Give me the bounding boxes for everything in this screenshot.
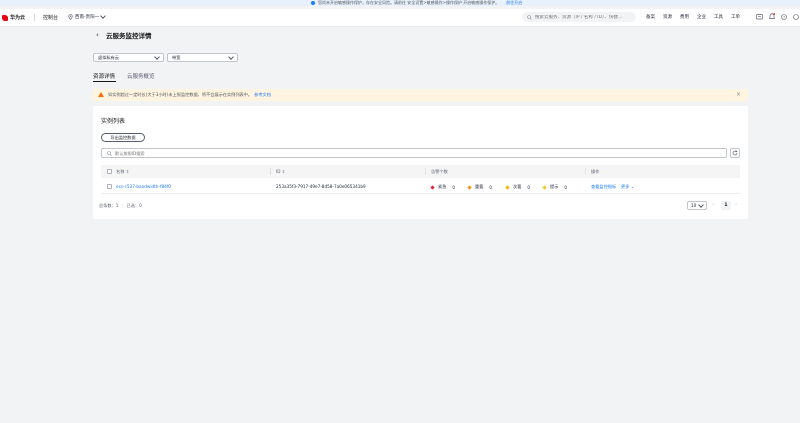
nav-link-tools[interactable]: 工具	[714, 14, 723, 20]
summary-divider: |	[121, 203, 124, 208]
instance-id: 253a35f3-7917-49e7-8d58-7a0e065341b9	[276, 184, 366, 189]
notice-text: 您尚未开启敏感操作保护，存在安全风险。请前往 安全设置>敏感操作>操作保护 开启…	[318, 0, 500, 5]
major-diamond-icon	[467, 184, 472, 190]
alarm-hint: 提示 0	[542, 184, 568, 190]
warning-icon	[98, 92, 104, 97]
nav-link-resources[interactable]: 资源	[663, 14, 672, 20]
alarm-minor-count: 0	[527, 184, 531, 190]
chevron-down-icon	[228, 53, 234, 60]
chevron-down-icon	[100, 13, 106, 19]
nav-divider	[34, 14, 35, 21]
nav-link-enterprise[interactable]: 企业	[697, 14, 706, 20]
resource-type-select-value: 带宽	[172, 54, 181, 60]
urgent-diamond-icon	[430, 184, 435, 190]
row-checkbox[interactable]	[107, 184, 112, 189]
refresh-icon	[732, 150, 738, 156]
resource-type-select[interactable]: 带宽	[167, 53, 238, 62]
brand-name: 华为云	[10, 15, 26, 21]
huawei-logo-icon	[2, 14, 8, 21]
svg-text:?: ?	[783, 15, 785, 19]
instance-filter-input[interactable]	[112, 150, 675, 156]
column-header-id[interactable]: ID ⇳	[276, 169, 285, 174]
selected-count: 已选：0	[126, 203, 142, 208]
current-page-button[interactable]: 1	[721, 201, 731, 210]
notice-content: 您尚未开启敏感操作保护，存在安全风险。请前往 安全设置>敏感操作>操作保护 开启…	[311, 0, 522, 6]
bell-icon[interactable]	[769, 13, 775, 20]
minor-diamond-icon	[505, 184, 510, 190]
page-size-value: 10	[691, 203, 697, 208]
table-row	[101, 180, 740, 194]
alarm-major-label: 重要	[475, 184, 484, 189]
alarm-hint-label: 提示	[550, 184, 559, 189]
warning-doc-link[interactable]: 参考文档	[254, 92, 271, 97]
nav-link-tickets[interactable]: 工单	[731, 14, 740, 20]
close-icon[interactable]: ×	[736, 91, 741, 98]
instance-filter[interactable]	[101, 148, 727, 158]
notice-link[interactable]: 前往开启	[506, 0, 522, 6]
more-actions-link[interactable]: 更多 ⌄	[621, 184, 634, 190]
warning-text: 如实例超过一定时长(大于3小时)未上报监控数据，将不会展示在实例列表中。 参考文档	[108, 92, 271, 98]
export-monitor-data-button[interactable]: 导出监控数据	[101, 133, 145, 142]
tab-resource-details[interactable]: 资源详情	[93, 72, 115, 80]
view-metrics-link[interactable]: 查看监控指标	[591, 184, 616, 190]
prev-page-icon[interactable]: ‹	[712, 202, 714, 208]
console-link[interactable]: 控制台	[43, 14, 58, 21]
alarm-urgent: 紧急 0	[430, 184, 456, 190]
alarm-minor-label: 次要	[513, 184, 522, 189]
nav-links: 备案 资源 费用 企业 工具 工单	[646, 14, 740, 20]
region-label: 西南-贵阳一	[75, 15, 100, 20]
region-selector[interactable]: 西南-贵阳一	[68, 13, 106, 20]
nav-icons: ?	[756, 13, 799, 20]
global-search[interactable]	[522, 12, 636, 22]
select-all-checkbox[interactable]	[107, 169, 112, 174]
column-header-name[interactable]: 名称 ⇳	[116, 169, 129, 175]
column-header-alarms: 告警个数	[431, 169, 448, 174]
alarm-hint-count: 0	[564, 184, 568, 190]
tab-active-indicator	[93, 81, 116, 82]
alarm-major: 重要 0	[467, 184, 493, 190]
column-separator	[585, 168, 586, 175]
instance-list-title: 实例列表	[101, 118, 126, 125]
service-select-value: 虚拟私有云	[98, 54, 119, 60]
help-icon[interactable]: ?	[781, 13, 787, 20]
page-size-select[interactable]: 10	[687, 201, 707, 210]
total-count: 总条数：1	[99, 203, 119, 208]
alarm-major-count: 0	[489, 184, 493, 190]
message-icon[interactable]	[756, 13, 763, 20]
location-pin-icon	[68, 14, 73, 20]
alarm-urgent-count: 0	[452, 184, 456, 190]
global-search-input[interactable]	[532, 14, 635, 20]
table-header	[101, 165, 740, 178]
column-separator	[270, 168, 271, 175]
instance-name-link[interactable]: ecs-c537-bandwidth-f84f0	[116, 184, 171, 189]
warning-message: 如实例超过一定时长(大于3小时)未上报监控数据，将不会展示在实例列表中。	[108, 92, 253, 97]
service-select[interactable]: 虚拟私有云	[93, 53, 164, 62]
back-arrow-icon[interactable]: ‹	[96, 31, 99, 39]
user-avatar-icon[interactable]	[793, 13, 799, 20]
nav-link-beian[interactable]: 备案	[646, 14, 655, 20]
column-header-actions: 操作	[591, 169, 600, 174]
table-summary: 总条数：1 | 已选：0	[99, 203, 142, 209]
page-title: 云服务监控详情	[106, 32, 152, 40]
nav-link-billing[interactable]: 费用	[680, 14, 689, 20]
refresh-button[interactable]	[730, 148, 740, 158]
brand-logo[interactable]: 华为云	[2, 14, 25, 21]
next-page-icon[interactable]: ›	[735, 202, 737, 208]
alarm-minor: 次要 0	[505, 184, 531, 190]
chevron-down-icon	[698, 201, 704, 208]
alarm-urgent-label: 紧急	[438, 184, 447, 189]
hint-diamond-icon	[542, 184, 547, 190]
column-separator	[425, 168, 426, 175]
tab-service-overview[interactable]: 云服务概览	[127, 72, 155, 80]
info-icon	[311, 1, 315, 5]
instance-list-card	[93, 106, 748, 219]
chevron-down-icon	[154, 53, 160, 60]
